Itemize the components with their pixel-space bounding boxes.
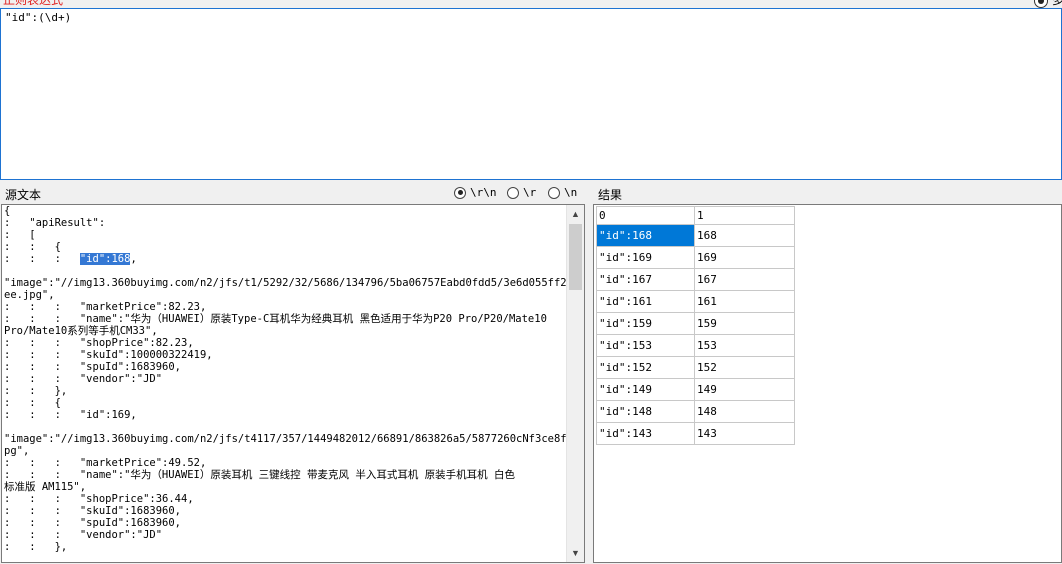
source-line: : : : "shopPrice":36.44, xyxy=(4,493,194,505)
source-line: : : }, xyxy=(4,385,68,397)
source-line: "image":"//img13.360buyimg.com/n2/jfs/t1… xyxy=(4,277,566,289)
source-text-editor[interactable]: {: "apiResult":: [: : {: : : "id":168, "i… xyxy=(1,204,585,563)
results-label: 结果 xyxy=(598,188,623,202)
radio-cr[interactable] xyxy=(507,186,519,199)
results-table: 0 1 "id":168 168 "id":169 169 "id":167 167 "id":… xyxy=(596,206,795,445)
top-option-radio[interactable] xyxy=(1034,0,1048,8)
group-cell[interactable]: 167 xyxy=(694,268,795,291)
source-line: : : : "name":"华为（HUAWEI）原装耳机 三键线控 带麦克风 半… xyxy=(4,469,515,481)
results-row[interactable]: "id":153 153 xyxy=(596,334,795,357)
group-cell[interactable]: 148 xyxy=(694,400,795,423)
source-line: : : : "name":"华为（HUAWEI）原装Type-C耳机华为经典耳机… xyxy=(4,313,547,325)
group-cell[interactable]: 152 xyxy=(694,356,795,379)
source-line: : : { xyxy=(4,241,61,253)
group-cell[interactable]: 153 xyxy=(694,334,795,357)
group-cell[interactable]: 149 xyxy=(694,378,795,401)
scroll-down-icon[interactable]: ▼ xyxy=(567,545,584,561)
source-text-content: {: "apiResult":: [: : {: : : "id":168, "i… xyxy=(4,205,566,553)
results-row[interactable]: "id":169 169 xyxy=(596,246,795,269)
scroll-up-icon[interactable]: ▲ xyxy=(567,206,584,222)
source-line: { xyxy=(4,205,11,217)
results-row[interactable]: "id":159 159 xyxy=(596,312,795,335)
radio-crlf[interactable] xyxy=(454,186,466,199)
results-grid[interactable]: 0 1 "id":168 168 "id":169 169 "id":167 167 "id":… xyxy=(593,204,1062,563)
source-line: : : : "spuId":1683960, xyxy=(4,361,182,373)
match-cell[interactable]: "id":167 xyxy=(596,268,695,291)
source-line: : : : "vendor":"JD" xyxy=(4,373,163,385)
source-line: : : }, xyxy=(4,541,68,553)
source-line: : : : "marketPrice":49.52, xyxy=(4,457,207,469)
source-line: : : : "spuId":1683960, xyxy=(4,517,182,529)
regex-input[interactable]: "id":(\d+) xyxy=(0,8,1062,180)
source-line: : : : "id":169, xyxy=(4,409,137,421)
source-line: : : : "vendor":"JD" xyxy=(4,529,163,541)
results-row[interactable]: "id":167 167 xyxy=(596,268,795,291)
source-line: "image":"//img13.360buyimg.com/n2/jfs/t4… xyxy=(4,433,566,445)
results-column-header[interactable]: 1 xyxy=(694,206,795,225)
newline-option-crlf[interactable]: \r\n xyxy=(454,186,497,199)
source-line: : : : "skuId":1683960, xyxy=(4,505,182,517)
source-line: : : : "marketPrice":82.23, xyxy=(4,301,207,313)
newline-option-cr-label: \r xyxy=(523,186,537,199)
results-row[interactable]: "id":152 152 xyxy=(596,356,795,379)
radio-lf[interactable] xyxy=(548,186,560,199)
source-line xyxy=(4,421,566,433)
source-scrollbar[interactable]: ▲ ▼ xyxy=(566,205,584,562)
source-line: Pro/Mate10系列等手机CM33", xyxy=(4,325,158,337)
match-cell[interactable]: "id":148 xyxy=(596,400,695,423)
match-cell[interactable]: "id":153 xyxy=(596,334,695,357)
results-row[interactable]: "id":143 143 xyxy=(596,422,795,445)
group-cell[interactable]: 159 xyxy=(694,312,795,335)
source-line: ee.jpg", xyxy=(4,289,55,301)
source-line: pg", xyxy=(4,445,30,457)
source-line-prefix: : : : xyxy=(4,253,80,265)
source-line: : : : "shopPrice":82.23, xyxy=(4,337,194,349)
source-line xyxy=(4,265,566,277)
source-line: 标准版 AM115", xyxy=(4,481,87,493)
results-row[interactable]: "id":149 149 xyxy=(596,378,795,401)
selected-match-text: "id":168 xyxy=(79,253,131,265)
match-cell[interactable]: "id":159 xyxy=(596,312,695,335)
top-strip: 正则表达式 多 xyxy=(0,0,1062,8)
source-line: : : { xyxy=(4,397,61,409)
match-cell[interactable]: "id":168 xyxy=(596,224,695,247)
source-line: : : : "id":168, xyxy=(4,253,566,265)
results-row[interactable]: "id":148 148 xyxy=(596,400,795,423)
group-cell[interactable]: 161 xyxy=(694,290,795,313)
results-row[interactable]: "id":161 161 xyxy=(596,290,795,313)
source-line: : : : "skuId":100000322419, xyxy=(4,349,213,361)
group-cell[interactable]: 168 xyxy=(694,224,795,247)
regex-caption: 正则表达式 xyxy=(3,0,64,7)
top-option-label: 多 xyxy=(1052,0,1062,7)
match-cell[interactable]: "id":152 xyxy=(596,356,695,379)
newline-option-cr[interactable]: \r xyxy=(507,186,536,199)
regex-pattern-text: "id":(\d+) xyxy=(5,11,72,24)
group-cell[interactable]: 143 xyxy=(694,422,795,445)
source-text-label: 源文本 xyxy=(5,188,42,202)
newline-option-lf-label: \n xyxy=(564,186,578,199)
match-cell[interactable]: "id":161 xyxy=(596,290,695,313)
newline-option-crlf-label: \r\n xyxy=(470,186,497,199)
scrollbar-thumb[interactable] xyxy=(569,224,582,290)
results-header-row: 01 xyxy=(596,206,795,225)
newline-option-lf[interactable]: \n xyxy=(548,186,577,199)
match-cell[interactable]: "id":169 xyxy=(596,246,695,269)
group-cell[interactable]: 169 xyxy=(694,246,795,269)
source-line: : [ xyxy=(4,229,36,241)
results-column-header[interactable]: 0 xyxy=(596,206,695,225)
results-row[interactable]: "id":168 168 xyxy=(596,224,795,247)
source-line: : "apiResult": xyxy=(4,217,106,229)
match-cell[interactable]: "id":149 xyxy=(596,378,695,401)
match-cell[interactable]: "id":143 xyxy=(596,422,695,445)
source-line-suffix: , xyxy=(130,253,137,265)
